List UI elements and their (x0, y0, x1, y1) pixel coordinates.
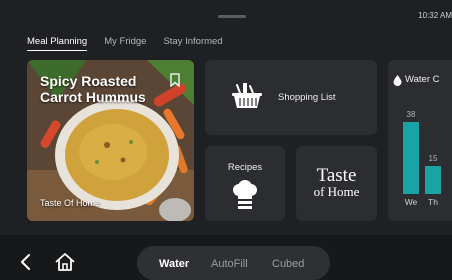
recipes-tile[interactable]: Recipes (205, 146, 285, 221)
shopping-basket-icon (232, 83, 262, 108)
tab-meal-planning[interactable]: Meal Planning (27, 36, 88, 51)
recipes-label: Recipes (227, 162, 263, 173)
recipe-source: Taste Of Home (40, 198, 101, 208)
recipe-title-line-2: Carrot Hummus (40, 89, 146, 105)
recipe-title-line-1: Spicy Roasted (40, 73, 137, 89)
water-drop-icon (393, 75, 402, 86)
dispenser-option-water[interactable]: Water (159, 258, 189, 270)
pull-down-handle[interactable] (218, 15, 246, 18)
top-tabs: Meal Planning My Fridge Stay Informed (27, 36, 223, 51)
recipe-title: Spicy Roasted Carrot Hummus (40, 73, 146, 105)
shopping-list-tile[interactable]: Shopping List (205, 60, 377, 135)
featured-recipe-card[interactable]: Spicy Roasted Carrot Hummus Taste Of Hom… (27, 60, 194, 221)
water-bar-value: 15 (428, 153, 438, 163)
fridge-home-screen: 10:32 AM Meal Planning My Fridge Stay In… (0, 0, 452, 280)
shopping-list-label: Shopping List (278, 92, 336, 103)
water-bar-value: 38 (406, 110, 416, 119)
back-arrow-icon[interactable] (19, 253, 31, 271)
water-bar-th (425, 165, 441, 194)
logo-line-2: of Home (313, 184, 360, 199)
home-icon[interactable] (54, 252, 76, 272)
dispenser-option-cubed[interactable]: Cubed (272, 258, 304, 270)
status-clock: 10:32 AM (418, 11, 452, 20)
water-bar-we (403, 122, 419, 194)
tab-stay-informed[interactable]: Stay Informed (163, 36, 222, 51)
water-tile-label: Water C (405, 74, 440, 85)
taste-of-home-logo: Taste of Home (296, 165, 377, 200)
water-day-label: Th (428, 197, 438, 207)
water-day-label: We (404, 197, 418, 207)
taste-of-home-tile[interactable]: Taste of Home (296, 146, 377, 221)
tab-my-fridge[interactable]: My Fridge (104, 36, 146, 51)
logo-line-1: Taste (316, 165, 357, 186)
bookmark-icon[interactable] (168, 73, 182, 87)
dispenser-option-autofill[interactable]: AutoFill (211, 258, 248, 270)
chef-hat-icon (233, 180, 257, 209)
dispenser-selector: Water AutoFill Cubed (137, 246, 330, 280)
water-consumption-tile[interactable]: Water C 38 We 15 Th (388, 60, 452, 221)
